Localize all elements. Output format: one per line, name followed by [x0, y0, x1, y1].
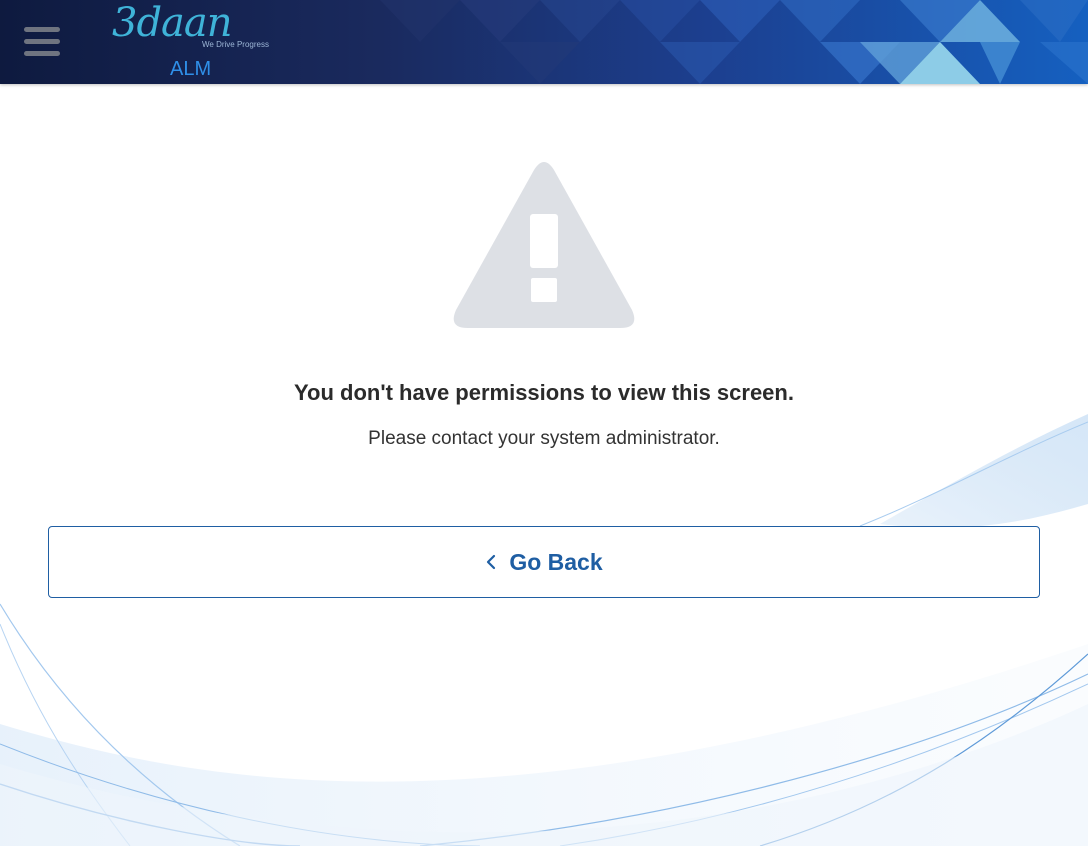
- warning-triangle-icon: [453, 162, 635, 328]
- logo-tagline: We Drive Progress: [202, 40, 269, 49]
- app-root: 3daan We Drive Progress ALM You don't ha…: [0, 0, 1088, 846]
- go-back-button[interactable]: Go Back: [48, 526, 1040, 598]
- go-back-label: Go Back: [509, 548, 603, 575]
- company-logo[interactable]: 3daan We Drive Progress ALM: [112, 0, 272, 84]
- app-name: ALM: [170, 58, 212, 80]
- hamburger-menu-icon[interactable]: [24, 27, 60, 57]
- permission-error-title: You don't have permissions to view this …: [294, 380, 794, 405]
- chevron-left-icon: [487, 554, 496, 570]
- permission-error-subtitle: Please contact your system administrator…: [368, 428, 720, 449]
- app-header: 3daan We Drive Progress ALM: [0, 0, 1088, 84]
